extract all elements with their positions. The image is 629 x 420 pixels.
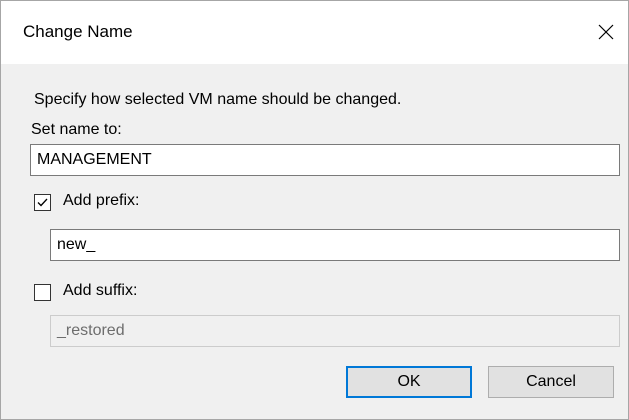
add-prefix-label: Add prefix: [63, 192, 140, 209]
close-button[interactable] [582, 1, 628, 64]
name-input[interactable]: MANAGEMENT [30, 144, 620, 176]
suffix-input: _restored [50, 315, 620, 347]
close-icon [598, 24, 614, 40]
ok-button[interactable]: OK [346, 366, 472, 398]
title-bar: Change Name [1, 1, 628, 64]
add-prefix-checkbox[interactable] [34, 194, 51, 211]
checkmark-icon [37, 198, 48, 207]
set-name-label: Set name to: [31, 121, 122, 138]
prefix-input[interactable]: new_ [50, 229, 620, 261]
change-name-dialog: Change Name Specify how selected VM name… [0, 0, 629, 420]
dialog-description: Specify how selected VM name should be c… [34, 91, 402, 108]
add-suffix-checkbox[interactable] [34, 284, 51, 301]
dialog-title: Change Name [23, 22, 133, 41]
cancel-button[interactable]: Cancel [488, 366, 614, 398]
add-suffix-label: Add suffix: [63, 282, 138, 299]
